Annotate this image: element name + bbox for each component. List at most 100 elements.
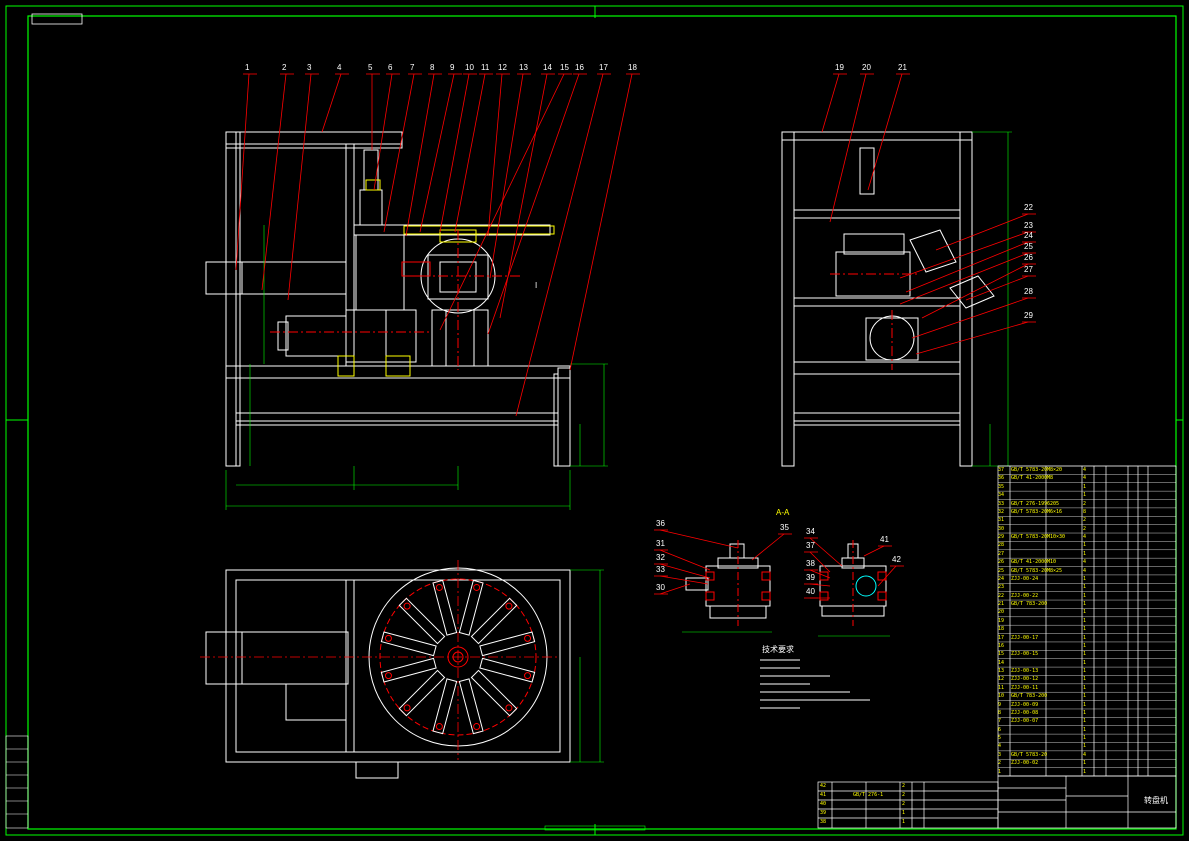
balloon-18: 18 bbox=[628, 63, 637, 72]
bom-name bbox=[1047, 650, 1083, 658]
bom-name: 6205 bbox=[1047, 500, 1060, 507]
bom-code bbox=[1011, 659, 1047, 667]
side-view bbox=[781, 131, 995, 467]
bom-code bbox=[1011, 768, 1047, 776]
bom-row: 14 1 bbox=[998, 659, 1176, 667]
bom-code: GB/T 276-1994 bbox=[1011, 500, 1047, 507]
bom-name bbox=[1047, 592, 1083, 600]
bom-no: 4 bbox=[998, 743, 1002, 750]
bom-name bbox=[1047, 709, 1083, 717]
balloon-9: 9 bbox=[450, 63, 455, 72]
balloon-37: 37 bbox=[806, 541, 815, 550]
bom-name: M8×25 bbox=[1047, 567, 1063, 574]
bom-qty: 2 bbox=[1083, 517, 1087, 524]
bom-no: 7 bbox=[998, 718, 1002, 725]
bom-row: 51 bbox=[998, 734, 1176, 742]
bom-qty: 1 bbox=[1083, 609, 1087, 616]
callout-I: I bbox=[535, 281, 538, 290]
bom-qty: 4 bbox=[1083, 534, 1087, 541]
bom-qty: 2 bbox=[902, 801, 906, 807]
balloon-1: 1 bbox=[245, 63, 250, 72]
top-view-centerlines bbox=[200, 560, 560, 760]
bom-no: 32 bbox=[998, 508, 1005, 515]
bom-qty: 1 bbox=[1083, 735, 1087, 742]
bom-no: 3 bbox=[998, 751, 1002, 758]
bom-no: 30 bbox=[998, 525, 1005, 532]
spoke-slot bbox=[470, 669, 518, 717]
bom-code: ZJJ-00-07 bbox=[1011, 718, 1039, 725]
bom-no: 41 bbox=[820, 792, 827, 798]
leader-28 bbox=[911, 297, 1029, 339]
bom-code bbox=[1011, 726, 1047, 734]
leader-12 bbox=[487, 73, 503, 237]
balloon-32: 32 bbox=[656, 553, 665, 562]
bom-code bbox=[1011, 608, 1047, 616]
bom-row: 24 ZJJ-00-24 1 bbox=[998, 575, 1176, 583]
bom-name bbox=[1047, 734, 1083, 742]
bom-row: 10 GB/T 783-2000 1 bbox=[998, 692, 1176, 700]
bom-row: 30 2 bbox=[998, 525, 1176, 533]
bom-row: 35 1 bbox=[998, 483, 1176, 491]
bom-row: 27 1 bbox=[998, 550, 1176, 558]
bom-no: 33 bbox=[998, 500, 1005, 507]
spoke-hole bbox=[435, 723, 443, 731]
leader-15 bbox=[439, 73, 565, 331]
lower-bom-row: 39 1 bbox=[818, 809, 998, 818]
spoke-hole bbox=[505, 704, 513, 712]
bom-qty: 2 bbox=[902, 783, 906, 789]
bom-code: GB/T 783-2000 bbox=[1011, 601, 1047, 608]
bom-no: 28 bbox=[998, 542, 1005, 549]
bom-row: 17 ZJJ-00-17 1 bbox=[998, 634, 1176, 642]
balloon-22: 22 bbox=[1024, 203, 1033, 212]
bom-qty: 1 bbox=[1083, 726, 1087, 733]
spoke-hole bbox=[403, 602, 411, 610]
bom-code bbox=[1011, 550, 1047, 558]
spoke-hole bbox=[473, 723, 481, 731]
bom-row: 12 ZJJ-00-12 1 bbox=[998, 675, 1176, 683]
detail-left bbox=[682, 540, 772, 633]
balloon-13: 13 bbox=[519, 63, 528, 72]
bom-no: 22 bbox=[998, 592, 1005, 599]
bom-qty: 1 bbox=[1083, 575, 1087, 582]
balloon-20: 20 bbox=[862, 63, 871, 72]
bom-no: 21 bbox=[998, 601, 1005, 608]
bom-row: 37 GB/T 5783-2000M8×20 4 bbox=[998, 466, 1176, 474]
bom-code: GB/T 276-1994 bbox=[853, 792, 883, 798]
bom-no: 40 bbox=[820, 801, 827, 807]
bom-qty: 2 bbox=[1083, 525, 1087, 532]
bom-no: 24 bbox=[998, 575, 1005, 582]
bom-row: 11 ZJJ-00-11 1 bbox=[998, 684, 1176, 692]
bom-row: 33 GB/T 276-1994 6205 2 bbox=[998, 500, 1176, 508]
balloon-27: 27 bbox=[1024, 265, 1033, 274]
bom-no: 1 bbox=[998, 768, 1002, 775]
bom-qty: 1 bbox=[1083, 668, 1087, 675]
bom-qty: 4 bbox=[1083, 751, 1087, 758]
leader-8 bbox=[405, 73, 435, 237]
bom-qty: 1 bbox=[1083, 709, 1087, 716]
bom-name bbox=[1047, 667, 1083, 675]
bom-qty: 1 bbox=[1083, 718, 1087, 725]
bom-row: 34 1 bbox=[998, 491, 1176, 499]
spoke-hole bbox=[524, 634, 532, 642]
bom-name bbox=[1047, 625, 1083, 633]
bom-qty: 1 bbox=[1083, 542, 1087, 549]
bom-qty: 1 bbox=[1083, 592, 1087, 599]
bom-row: 15 ZJJ-00-15 1 bbox=[998, 650, 1176, 658]
bom-code bbox=[1011, 583, 1047, 591]
bom-name bbox=[1047, 717, 1083, 725]
bom-code: ZJJ-00-15 bbox=[1011, 651, 1039, 658]
bom-code: GB/T 5783-2000 bbox=[1011, 508, 1047, 515]
leader-14 bbox=[499, 73, 548, 319]
bom-no: 37 bbox=[998, 467, 1005, 473]
bom-no: 18 bbox=[998, 626, 1005, 633]
bom-name bbox=[1047, 525, 1083, 533]
bom-row: 13 ZJJ-00-13 1 bbox=[998, 667, 1176, 675]
bom-qty: 1 bbox=[1083, 584, 1087, 591]
leader-36 bbox=[659, 529, 739, 549]
bom-row: 16 1 bbox=[998, 642, 1176, 650]
bom-qty: 1 bbox=[1083, 492, 1087, 499]
balloon-26: 26 bbox=[1024, 253, 1033, 262]
bom-name bbox=[1047, 742, 1083, 750]
bom-row: 32 GB/T 5783-2000M6×16 8 bbox=[998, 508, 1176, 516]
bom-no: 14 bbox=[998, 659, 1005, 666]
